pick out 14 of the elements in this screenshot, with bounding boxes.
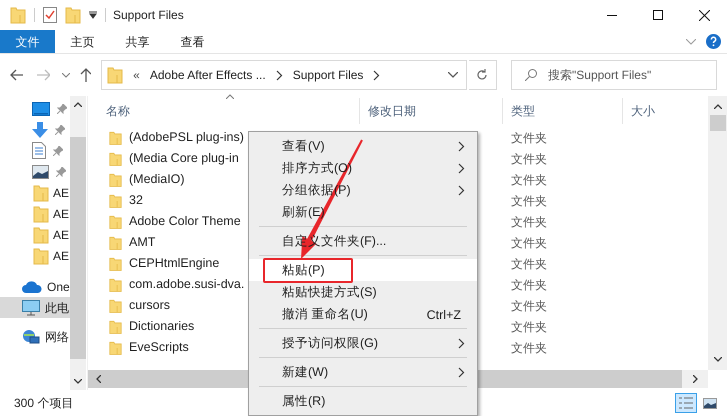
- file-type: 文件夹: [510, 192, 547, 210]
- file-type: 文件夹: [510, 172, 547, 188]
- file-type: 文件夹: [510, 318, 547, 336]
- file-type: 文件夹: [510, 256, 547, 272]
- file-type: 文件夹: [510, 150, 547, 168]
- item-count: 300 个项目: [14, 395, 74, 412]
- file-type: 文件夹: [510, 234, 547, 252]
- file-type: 文件夹: [510, 130, 547, 146]
- file-type: 文件夹: [510, 214, 547, 230]
- file-type: 文件夹: [510, 276, 547, 294]
- window-title: Support Files: [113, 7, 184, 24]
- file-type: 文件夹: [510, 340, 547, 356]
- file-type: 文件夹: [510, 298, 547, 314]
- shortcut-text: Ctrl+Z: [426, 307, 461, 324]
